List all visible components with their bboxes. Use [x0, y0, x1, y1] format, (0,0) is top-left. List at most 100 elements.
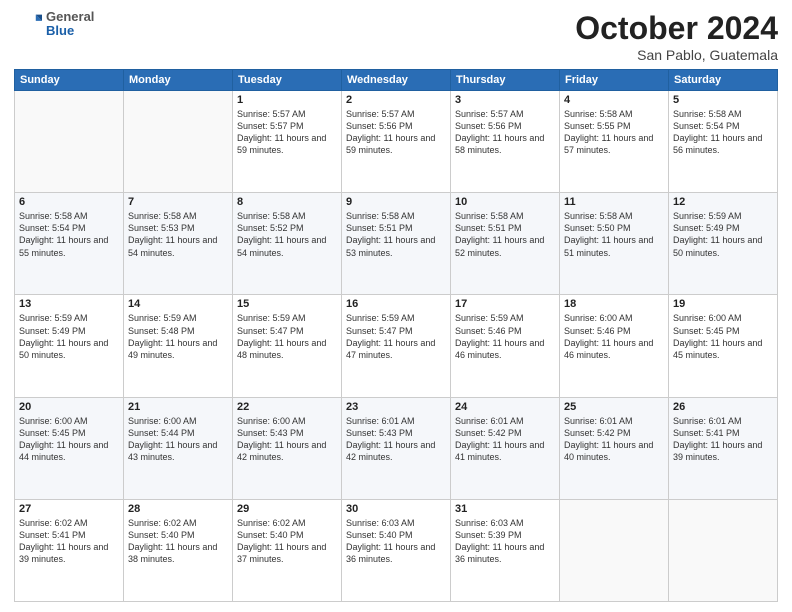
calendar-cell: 1 Sunrise: 5:57 AMSunset: 5:57 PMDaylight… [233, 91, 342, 193]
page: General Blue October 2024 San Pablo, Gua… [0, 0, 792, 612]
day-info: Sunrise: 5:58 AMSunset: 5:51 PMDaylight:… [346, 210, 446, 259]
day-number: 15 [237, 298, 337, 310]
col-header-wednesday: Wednesday [342, 70, 451, 91]
calendar-cell [560, 499, 669, 601]
calendar-cell: 26 Sunrise: 6:01 AMSunset: 5:41 PMDayligh… [669, 397, 778, 499]
day-info: Sunrise: 6:00 AMSunset: 5:46 PMDaylight:… [564, 312, 664, 361]
calendar-cell: 14Sunrise: 5:59 AMSunset: 5:48 PMDayligh… [124, 295, 233, 397]
calendar-cell: 9 Sunrise: 5:58 AMSunset: 5:51 PMDaylight… [342, 193, 451, 295]
day-info: Sunrise: 5:59 AMSunset: 5:47 PMDaylight:… [237, 312, 337, 361]
day-info: Sunrise: 5:57 AMSunset: 5:56 PMDaylight:… [455, 108, 555, 157]
calendar-cell [15, 91, 124, 193]
day-info: Sunrise: 5:58 AMSunset: 5:53 PMDaylight:… [128, 210, 228, 259]
col-header-sunday: Sunday [15, 70, 124, 91]
day-number: 12 [673, 196, 773, 208]
calendar-cell: 6Sunrise: 5:58 AMSunset: 5:54 PMDaylight… [15, 193, 124, 295]
logo-general: General [46, 10, 94, 24]
day-number: 17 [455, 298, 555, 310]
logo-icon [14, 10, 42, 38]
col-header-friday: Friday [560, 70, 669, 91]
calendar-week-row: 1 Sunrise: 5:57 AMSunset: 5:57 PMDaylight… [15, 91, 778, 193]
calendar-week-row: 20Sunrise: 6:00 AMSunset: 5:45 PMDayligh… [15, 397, 778, 499]
day-number: 1 [237, 94, 337, 106]
day-info: Sunrise: 5:59 AMSunset: 5:48 PMDaylight:… [128, 312, 228, 361]
header: General Blue October 2024 San Pablo, Gua… [14, 10, 778, 63]
day-info: Sunrise: 5:59 AMSunset: 5:49 PMDaylight:… [19, 312, 119, 361]
day-info: Sunrise: 5:58 AMSunset: 5:54 PMDaylight:… [673, 108, 773, 157]
day-info: Sunrise: 6:00 AMSunset: 5:44 PMDaylight:… [128, 415, 228, 464]
calendar-cell: 29 Sunrise: 6:02 AMSunset: 5:40 PMDayligh… [233, 499, 342, 601]
day-number: 7 [128, 196, 228, 208]
calendar-cell: 24Sunrise: 6:01 AMSunset: 5:42 PMDayligh… [451, 397, 560, 499]
day-number: 2 [346, 94, 446, 106]
day-number: 29 [237, 503, 337, 515]
day-number: 11 [564, 196, 664, 208]
title-block: October 2024 San Pablo, Guatemala [575, 10, 778, 63]
day-info: Sunrise: 6:01 AMSunset: 5:41 PMDaylight:… [673, 415, 773, 464]
day-number: 22 [237, 401, 337, 413]
calendar-cell: 3Sunrise: 5:57 AMSunset: 5:56 PMDaylight… [451, 91, 560, 193]
day-number: 26 [673, 401, 773, 413]
calendar-cell: 13 Sunrise: 5:59 AMSunset: 5:49 PMDayligh… [15, 295, 124, 397]
calendar-cell: 15 Sunrise: 5:59 AMSunset: 5:47 PMDayligh… [233, 295, 342, 397]
calendar-cell: 5 Sunrise: 5:58 AMSunset: 5:54 PMDaylight… [669, 91, 778, 193]
calendar-week-row: 13 Sunrise: 5:59 AMSunset: 5:49 PMDayligh… [15, 295, 778, 397]
calendar-cell [669, 499, 778, 601]
day-info: Sunrise: 5:58 AMSunset: 5:52 PMDaylight:… [237, 210, 337, 259]
calendar-cell: 25 Sunrise: 6:01 AMSunset: 5:42 PMDayligh… [560, 397, 669, 499]
day-info: Sunrise: 5:58 AMSunset: 5:50 PMDaylight:… [564, 210, 664, 259]
day-number: 8 [237, 196, 337, 208]
location: San Pablo, Guatemala [575, 47, 778, 63]
day-number: 21 [128, 401, 228, 413]
day-info: Sunrise: 6:00 AMSunset: 5:45 PMDaylight:… [19, 415, 119, 464]
col-header-tuesday: Tuesday [233, 70, 342, 91]
calendar-cell: 18 Sunrise: 6:00 AMSunset: 5:46 PMDayligh… [560, 295, 669, 397]
day-number: 6 [19, 196, 119, 208]
calendar-cell: 8 Sunrise: 5:58 AMSunset: 5:52 PMDaylight… [233, 193, 342, 295]
day-number: 28 [128, 503, 228, 515]
calendar-cell: 21 Sunrise: 6:00 AMSunset: 5:44 PMDayligh… [124, 397, 233, 499]
day-info: Sunrise: 5:58 AMSunset: 5:55 PMDaylight:… [564, 108, 664, 157]
day-number: 25 [564, 401, 664, 413]
day-info: Sunrise: 6:00 AMSunset: 5:45 PMDaylight:… [673, 312, 773, 361]
day-info: Sunrise: 6:01 AMSunset: 5:42 PMDaylight:… [564, 415, 664, 464]
calendar-header-row: SundayMondayTuesdayWednesdayThursdayFrid… [15, 70, 778, 91]
day-info: Sunrise: 5:57 AMSunset: 5:56 PMDaylight:… [346, 108, 446, 157]
calendar-cell: 28 Sunrise: 6:02 AMSunset: 5:40 PMDayligh… [124, 499, 233, 601]
col-header-saturday: Saturday [669, 70, 778, 91]
calendar-cell: 2 Sunrise: 5:57 AMSunset: 5:56 PMDaylight… [342, 91, 451, 193]
day-number: 30 [346, 503, 446, 515]
day-info: Sunrise: 6:01 AMSunset: 5:42 PMDaylight:… [455, 415, 555, 464]
day-info: Sunrise: 5:59 AMSunset: 5:47 PMDaylight:… [346, 312, 446, 361]
calendar-cell: 11 Sunrise: 5:58 AMSunset: 5:50 PMDayligh… [560, 193, 669, 295]
logo: General Blue [14, 10, 94, 39]
day-info: Sunrise: 5:57 AMSunset: 5:57 PMDaylight:… [237, 108, 337, 157]
calendar-table: SundayMondayTuesdayWednesdayThursdayFrid… [14, 69, 778, 602]
calendar-cell: 12Sunrise: 5:59 AMSunset: 5:49 PMDayligh… [669, 193, 778, 295]
day-info: Sunrise: 6:03 AMSunset: 5:40 PMDaylight:… [346, 517, 446, 566]
logo-blue: Blue [46, 24, 94, 38]
calendar-cell: 4 Sunrise: 5:58 AMSunset: 5:55 PMDaylight… [560, 91, 669, 193]
calendar-cell: 7 Sunrise: 5:58 AMSunset: 5:53 PMDaylight… [124, 193, 233, 295]
col-header-monday: Monday [124, 70, 233, 91]
day-number: 18 [564, 298, 664, 310]
day-number: 4 [564, 94, 664, 106]
calendar-cell: 27Sunrise: 6:02 AMSunset: 5:41 PMDayligh… [15, 499, 124, 601]
day-info: Sunrise: 6:02 AMSunset: 5:40 PMDaylight:… [128, 517, 228, 566]
col-header-thursday: Thursday [451, 70, 560, 91]
day-number: 9 [346, 196, 446, 208]
day-number: 23 [346, 401, 446, 413]
logo-text: General Blue [46, 10, 94, 39]
calendar-cell: 20Sunrise: 6:00 AMSunset: 5:45 PMDayligh… [15, 397, 124, 499]
calendar-cell: 19Sunrise: 6:00 AMSunset: 5:45 PMDayligh… [669, 295, 778, 397]
day-number: 10 [455, 196, 555, 208]
calendar-cell: 10Sunrise: 5:58 AMSunset: 5:51 PMDayligh… [451, 193, 560, 295]
day-info: Sunrise: 6:02 AMSunset: 5:40 PMDaylight:… [237, 517, 337, 566]
calendar-cell [124, 91, 233, 193]
calendar-cell: 17Sunrise: 5:59 AMSunset: 5:46 PMDayligh… [451, 295, 560, 397]
calendar-cell: 30 Sunrise: 6:03 AMSunset: 5:40 PMDayligh… [342, 499, 451, 601]
day-number: 13 [19, 298, 119, 310]
day-info: Sunrise: 6:03 AMSunset: 5:39 PMDaylight:… [455, 517, 555, 566]
day-number: 5 [673, 94, 773, 106]
day-info: Sunrise: 6:02 AMSunset: 5:41 PMDaylight:… [19, 517, 119, 566]
